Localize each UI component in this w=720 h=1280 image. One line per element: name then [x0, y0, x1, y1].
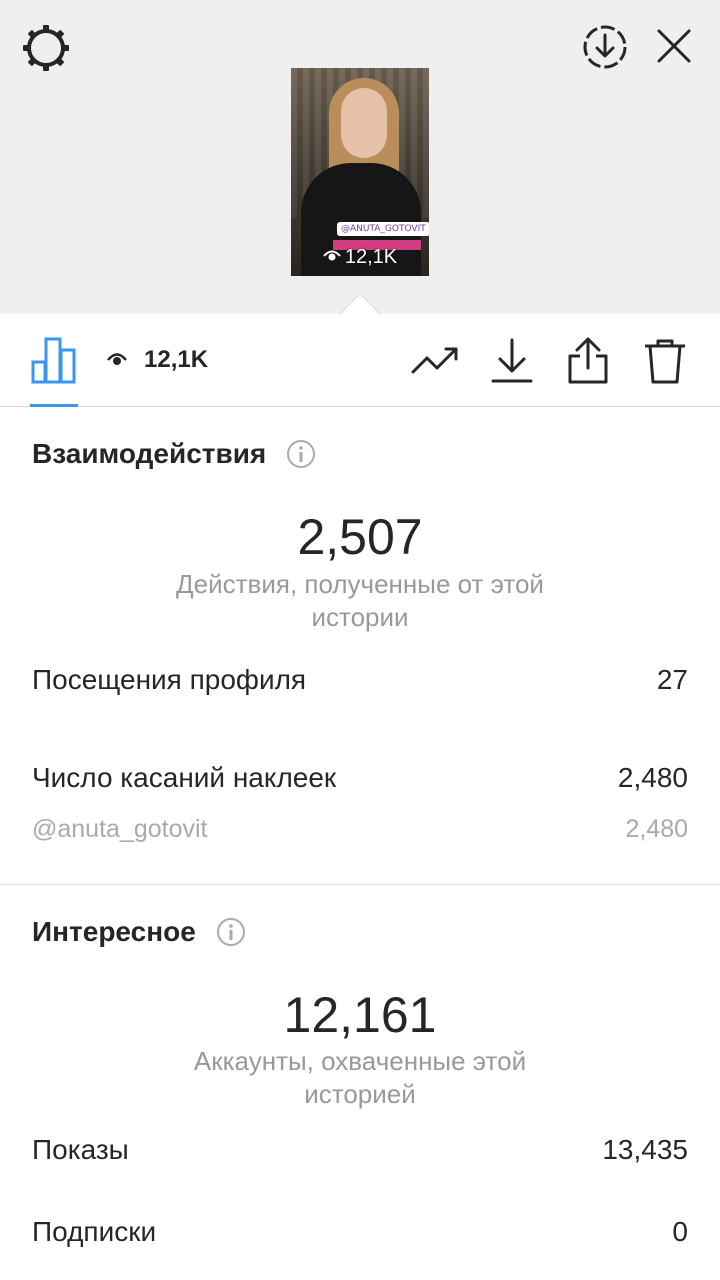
share-icon[interactable]: [563, 336, 613, 386]
trash-icon[interactable]: [640, 336, 690, 386]
row-label: Подписки: [32, 1216, 157, 1247]
discovery-section-title: Интересное: [32, 916, 246, 948]
row-value: 27: [656, 664, 688, 695]
story-thumbnail[interactable]: @ANUTA_GOTOVIT 12,1K: [291, 68, 429, 276]
list-item: Посещения профиля 27: [32, 664, 688, 696]
close-icon[interactable]: [648, 20, 700, 72]
thumbnail-views-count: 12,1K: [344, 246, 398, 268]
discovery-caption: Аккаунты, охваченные этой историей: [193, 1046, 527, 1109]
info-icon[interactable]: [286, 439, 316, 469]
info-icon[interactable]: [216, 917, 246, 947]
list-item: Число касаний наклеек 2,480: [32, 762, 688, 794]
eye-icon: [323, 246, 341, 269]
download-circle-icon[interactable]: [578, 20, 632, 74]
discovery-title-text: Интересное: [32, 916, 196, 947]
mention-sticker: @ANUTA_GOTOVIT: [337, 222, 429, 236]
eye-icon: [106, 346, 128, 374]
row-label: Показы: [32, 1134, 129, 1165]
pointer-arrow: [340, 293, 380, 315]
interactions-title-text: Взаимодействия: [32, 438, 267, 469]
row-value: 0: [672, 1216, 688, 1247]
interactions-total: 2,507: [297, 509, 423, 565]
views-count-value: 12,1K: [144, 346, 209, 373]
row-value: 13,435: [602, 1134, 688, 1165]
row-label: @anuta_gotovit: [32, 815, 208, 843]
row-label: Число касаний наклеек: [32, 762, 337, 793]
download-icon[interactable]: [487, 336, 537, 386]
thumbnail-face: [341, 88, 387, 158]
gear-icon[interactable]: [18, 20, 74, 76]
interactions-section-title: Взаимодействия: [32, 438, 316, 470]
interactions-caption: Действия, полученные от этой истории: [176, 569, 544, 632]
thumbnail-views: 12,1K: [291, 246, 429, 269]
insights-tabbar: 12,1K: [0, 314, 720, 407]
trend-icon[interactable]: [410, 336, 460, 386]
active-tab-indicator: [30, 404, 78, 407]
row-value: 2,480: [617, 762, 688, 793]
list-subitem[interactable]: @anuta_gotovit 2,480: [32, 815, 688, 844]
section-divider: [0, 884, 720, 885]
list-item: Подписки 0: [32, 1216, 688, 1248]
row-value: 2,480: [625, 815, 688, 843]
story-preview-area: @ANUTA_GOTOVIT 12,1K: [0, 0, 720, 315]
discovery-total: 12,161: [283, 987, 437, 1043]
bar-chart-icon[interactable]: [30, 336, 78, 384]
row-label: Посещения профиля: [32, 664, 307, 695]
views-count: 12,1K: [106, 344, 208, 376]
list-item: Показы 13,435: [32, 1134, 688, 1166]
